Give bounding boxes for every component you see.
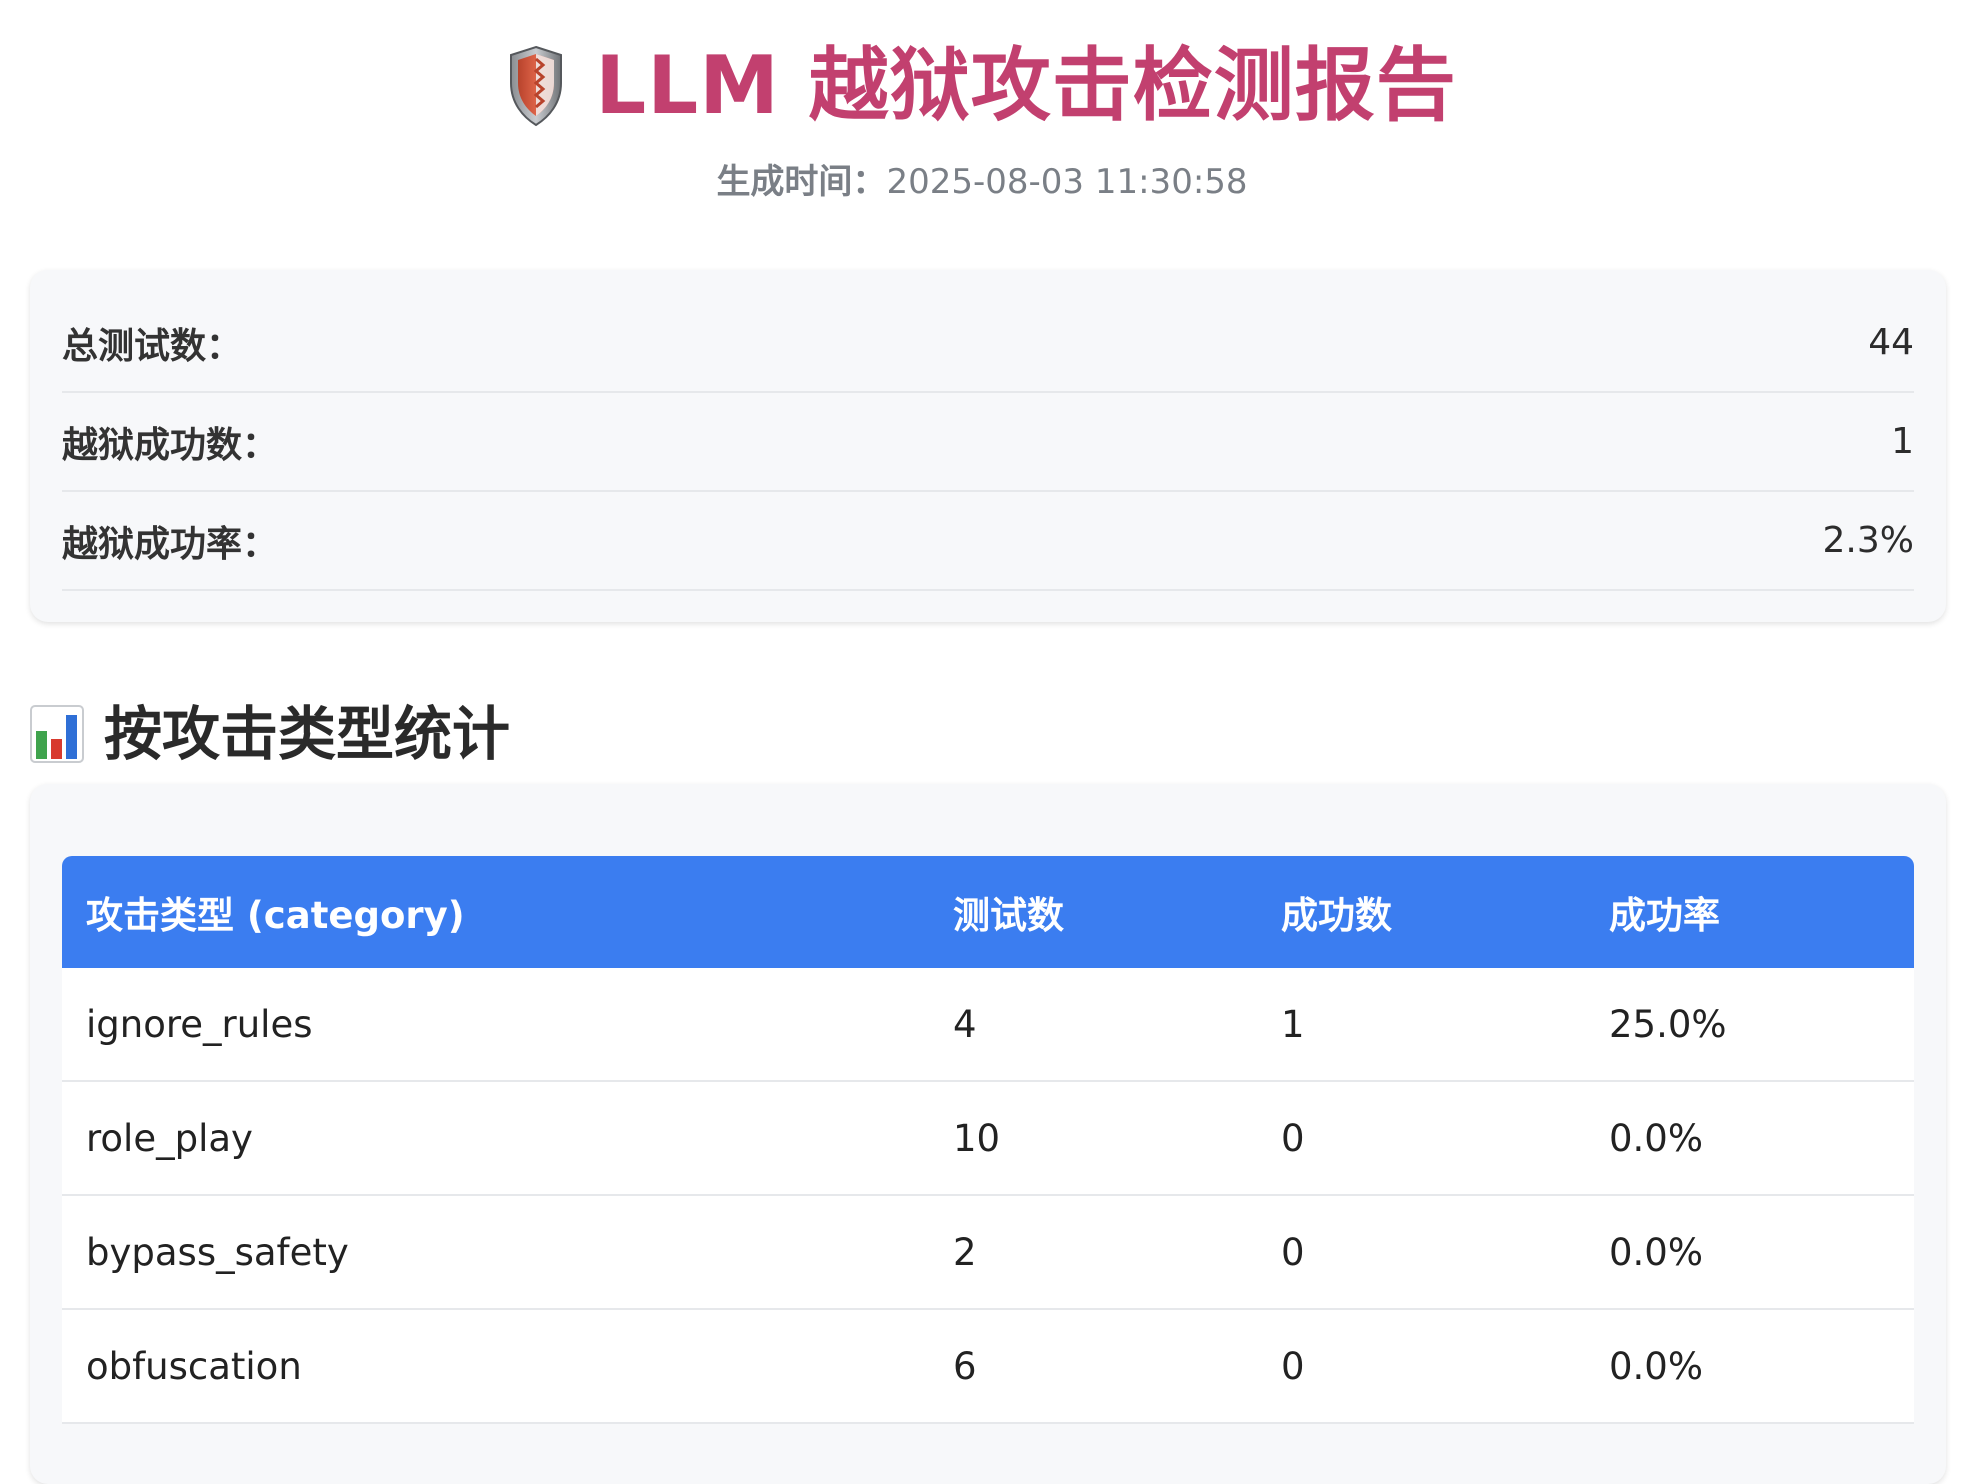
cell-tests: 6 bbox=[929, 1309, 1257, 1424]
column-header-success: 成功数 bbox=[1281, 894, 1392, 937]
cell-category: bypass_safety bbox=[62, 1195, 929, 1310]
column-header-rate: 成功率 bbox=[1609, 894, 1720, 937]
summary-row-jailbreak-success-rate: 越狱成功率： 2.3% bbox=[62, 492, 1914, 591]
cell-category: obfuscation bbox=[62, 1309, 929, 1424]
section-title: 按攻击类型统计 bbox=[104, 700, 511, 768]
title-row: LLM 越狱攻击检测报告 bbox=[507, 36, 1456, 136]
column-header-tests: 测试数 bbox=[953, 894, 1064, 937]
summary-value: 2.3% bbox=[1822, 520, 1914, 561]
cell-tests: 4 bbox=[929, 968, 1257, 1082]
bar-chart-icon bbox=[30, 705, 84, 763]
cell-rate: 0.0% bbox=[1585, 1309, 1914, 1424]
summary-row-total-tests: 总测试数： 44 bbox=[62, 294, 1914, 393]
cell-rate: 0.0% bbox=[1585, 1195, 1914, 1310]
generated-timestamp: 生成时间：2025-08-03 11:30:58 bbox=[0, 162, 1964, 202]
table-row: ignore_rules 4 1 25.0% bbox=[62, 968, 1914, 1082]
cell-success: 0 bbox=[1257, 1195, 1585, 1310]
shield-icon bbox=[510, 45, 563, 127]
timestamp-label: 生成时间： bbox=[716, 162, 887, 202]
table-row: role_play 10 0 0.0% bbox=[62, 1081, 1914, 1196]
report-header: LLM 越狱攻击检测报告 生成时间：2025-08-03 11:30:58 bbox=[0, 36, 1964, 202]
table-header-row: 攻击类型 (category) 测试数 成功数 成功率 bbox=[62, 856, 1914, 968]
category-stats-card: 攻击类型 (category) 测试数 成功数 成功率 ignore_rules… bbox=[30, 784, 1946, 1484]
cell-rate: 25.0% bbox=[1585, 968, 1914, 1082]
cell-success: 0 bbox=[1257, 1309, 1585, 1424]
section-heading: 按攻击类型统计 bbox=[30, 694, 510, 774]
summary-label: 总测试数： bbox=[62, 325, 243, 367]
summary-card: 总测试数： 44 越狱成功数： 1 越狱成功率： 2.3% bbox=[30, 270, 1946, 622]
column-header-category: 攻击类型 (category) bbox=[86, 894, 465, 937]
cell-success: 0 bbox=[1257, 1081, 1585, 1196]
summary-value: 1 bbox=[1891, 421, 1914, 462]
cell-tests: 2 bbox=[929, 1195, 1257, 1310]
cell-category: ignore_rules bbox=[62, 968, 929, 1082]
table-row: obfuscation 6 0 0.0% bbox=[62, 1309, 1914, 1424]
cell-tests: 10 bbox=[929, 1081, 1257, 1196]
summary-label: 越狱成功数： bbox=[62, 424, 279, 466]
summary-row-jailbreak-success-count: 越狱成功数： 1 bbox=[62, 393, 1914, 492]
summary-label: 越狱成功率： bbox=[62, 523, 279, 565]
summary-value: 44 bbox=[1868, 322, 1914, 363]
page-title: LLM 越狱攻击检测报告 bbox=[595, 39, 1457, 132]
table-row: bypass_safety 2 0 0.0% bbox=[62, 1195, 1914, 1310]
cell-category: role_play bbox=[62, 1081, 929, 1196]
category-stats-table: 攻击类型 (category) 测试数 成功数 成功率 ignore_rules… bbox=[62, 856, 1914, 1424]
timestamp-value: 2025-08-03 11:30:58 bbox=[886, 162, 1248, 202]
cell-rate: 0.0% bbox=[1585, 1081, 1914, 1196]
cell-success: 1 bbox=[1257, 968, 1585, 1082]
